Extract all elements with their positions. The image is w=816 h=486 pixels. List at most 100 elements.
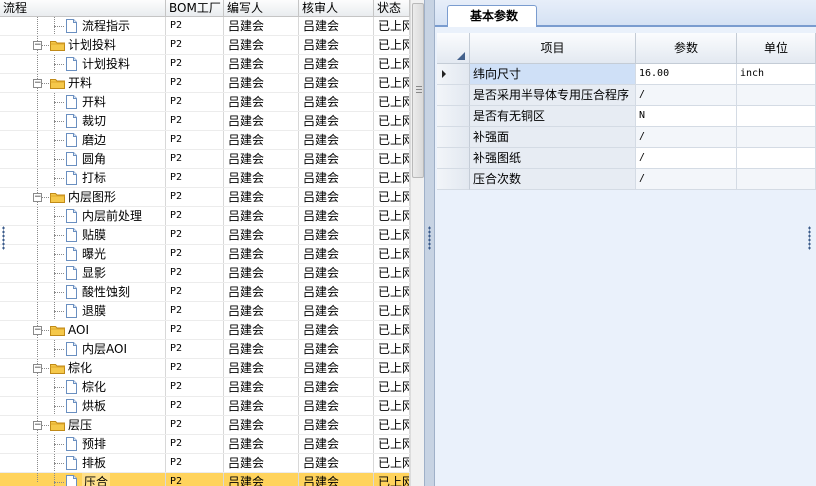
parameter-item-cell[interactable]: 纬向尺寸 <box>470 64 636 85</box>
column-header-reviewer[interactable]: 核审人 <box>299 0 374 17</box>
reviewer-cell[interactable]: 吕建会 <box>299 397 374 415</box>
writer-cell[interactable]: 吕建会 <box>224 321 299 339</box>
status-cell[interactable]: 已上网 <box>374 454 410 472</box>
writer-cell[interactable]: 吕建会 <box>224 150 299 168</box>
reviewer-cell[interactable]: 吕建会 <box>299 321 374 339</box>
writer-cell[interactable]: 吕建会 <box>224 36 299 54</box>
reviewer-cell[interactable]: 吕建会 <box>299 473 374 486</box>
tree-name-cell[interactable]: 圆角 <box>0 150 166 168</box>
reviewer-cell[interactable]: 吕建会 <box>299 454 374 472</box>
parameter-value-cell[interactable]: / <box>636 85 737 106</box>
parameter-unit-cell[interactable] <box>737 169 816 190</box>
parameter-value-cell[interactable]: 16.00 <box>636 64 737 85</box>
reviewer-cell[interactable]: 吕建会 <box>299 169 374 187</box>
tree-row[interactable]: 棕化P2吕建会吕建会已上网 <box>0 378 410 397</box>
tree-name-cell[interactable]: 酸性蚀刻 <box>0 283 166 301</box>
writer-cell[interactable]: 吕建会 <box>224 93 299 111</box>
tree-name-cell[interactable]: − 层压 <box>0 416 166 434</box>
tree-row[interactable]: 曝光P2吕建会吕建会已上网 <box>0 245 410 264</box>
tree-name-cell[interactable]: 打标 <box>0 169 166 187</box>
parameter-row[interactable]: 补强面 / <box>437 127 816 148</box>
status-cell[interactable]: 已上网 <box>374 74 410 92</box>
bom-factory-cell[interactable]: P2 <box>166 397 224 415</box>
bom-factory-cell[interactable]: P2 <box>166 321 224 339</box>
tree-row[interactable]: 退膜P2吕建会吕建会已上网 <box>0 302 410 321</box>
bom-factory-cell[interactable]: P2 <box>166 264 224 282</box>
tree-name-cell[interactable]: 烘板 <box>0 397 166 415</box>
right-edge-grip-icon[interactable] <box>808 226 811 250</box>
tree-name-cell[interactable]: 内层AOI <box>0 340 166 358</box>
tree-group-row[interactable]: −AOIP2吕建会吕建会已上网 <box>0 321 410 340</box>
reviewer-cell[interactable]: 吕建会 <box>299 435 374 453</box>
parameter-value-cell[interactable]: / <box>636 169 737 190</box>
bom-factory-cell[interactable]: P2 <box>166 93 224 111</box>
tree-row[interactable]: 酸性蚀刻P2吕建会吕建会已上网 <box>0 283 410 302</box>
status-cell[interactable]: 已上网 <box>374 150 410 168</box>
reviewer-cell[interactable]: 吕建会 <box>299 36 374 54</box>
writer-cell[interactable]: 吕建会 <box>224 283 299 301</box>
parameter-row[interactable]: 是否有无铜区 N <box>437 106 816 127</box>
parameter-item-cell[interactable]: 补强图纸 <box>470 148 636 169</box>
bom-factory-cell[interactable]: P2 <box>166 188 224 206</box>
tree-name-cell[interactable]: 裁切 <box>0 112 166 130</box>
tree-name-cell[interactable]: − AOI <box>0 321 166 339</box>
bom-factory-cell[interactable]: P2 <box>166 169 224 187</box>
parameter-value-cell[interactable]: / <box>636 127 737 148</box>
reviewer-cell[interactable]: 吕建会 <box>299 17 374 35</box>
status-cell[interactable]: 已上网 <box>374 36 410 54</box>
bom-factory-cell[interactable]: P2 <box>166 207 224 225</box>
reviewer-cell[interactable]: 吕建会 <box>299 188 374 206</box>
reviewer-cell[interactable]: 吕建会 <box>299 283 374 301</box>
collapse-icon[interactable]: − <box>33 326 42 335</box>
reviewer-cell[interactable]: 吕建会 <box>299 93 374 111</box>
status-cell[interactable]: 已上网 <box>374 359 410 377</box>
status-cell[interactable]: 已上网 <box>374 302 410 320</box>
row-indicator[interactable] <box>437 85 470 106</box>
tree-row[interactable]: 开料P2吕建会吕建会已上网 <box>0 93 410 112</box>
tree-name-cell[interactable]: 内层前处理 <box>0 207 166 225</box>
tree-name-cell[interactable]: − 内层图形 <box>0 188 166 206</box>
tree-name-cell[interactable]: 曝光 <box>0 245 166 263</box>
parameter-row[interactable]: 补强图纸 / <box>437 148 816 169</box>
vertical-scrollbar[interactable] <box>410 0 424 486</box>
parameter-item-cell[interactable]: 压合次数 <box>470 169 636 190</box>
writer-cell[interactable]: 吕建会 <box>224 302 299 320</box>
parameter-value-cell[interactable]: / <box>636 148 737 169</box>
reviewer-cell[interactable]: 吕建会 <box>299 112 374 130</box>
bom-factory-cell[interactable]: P2 <box>166 36 224 54</box>
tree-row[interactable]: 显影P2吕建会吕建会已上网 <box>0 264 410 283</box>
bom-factory-cell[interactable]: P2 <box>166 131 224 149</box>
status-cell[interactable]: 已上网 <box>374 55 410 73</box>
column-header-unit[interactable]: 单位 <box>737 33 816 64</box>
status-cell[interactable]: 已上网 <box>374 264 410 282</box>
writer-cell[interactable]: 吕建会 <box>224 55 299 73</box>
tree-row[interactable]: 排板P2吕建会吕建会已上网 <box>0 454 410 473</box>
row-indicator[interactable] <box>437 169 470 190</box>
tree-name-cell[interactable]: 退膜 <box>0 302 166 320</box>
tree-name-cell[interactable]: 显影 <box>0 264 166 282</box>
column-header-writer[interactable]: 编写人 <box>224 0 299 17</box>
parameter-unit-cell[interactable]: inch <box>737 64 816 85</box>
tree-name-cell[interactable]: 计划投料 <box>0 55 166 73</box>
tree-row[interactable]: 内层AOIP2吕建会吕建会已上网 <box>0 340 410 359</box>
parameter-row[interactable]: 纬向尺寸 16.00 inch <box>437 64 816 85</box>
writer-cell[interactable]: 吕建会 <box>224 188 299 206</box>
writer-cell[interactable]: 吕建会 <box>224 359 299 377</box>
parameter-unit-cell[interactable] <box>737 148 816 169</box>
parameter-value-cell[interactable]: N <box>636 106 737 127</box>
column-header-item[interactable]: 项目 <box>470 33 636 64</box>
reviewer-cell[interactable]: 吕建会 <box>299 226 374 244</box>
status-cell[interactable]: 已上网 <box>374 226 410 244</box>
bom-factory-cell[interactable]: P2 <box>166 112 224 130</box>
parameter-item-cell[interactable]: 补强面 <box>470 127 636 148</box>
scrollbar-thumb[interactable] <box>412 3 424 178</box>
reviewer-cell[interactable]: 吕建会 <box>299 207 374 225</box>
tree-group-row[interactable]: −内层图形P2吕建会吕建会已上网 <box>0 188 410 207</box>
status-cell[interactable]: 已上网 <box>374 397 410 415</box>
status-cell[interactable]: 已上网 <box>374 112 410 130</box>
bom-factory-cell[interactable]: P2 <box>166 378 224 396</box>
writer-cell[interactable]: 吕建会 <box>224 245 299 263</box>
tree-row[interactable]: 贴膜P2吕建会吕建会已上网 <box>0 226 410 245</box>
writer-cell[interactable]: 吕建会 <box>224 131 299 149</box>
bom-factory-cell[interactable]: P2 <box>166 245 224 263</box>
